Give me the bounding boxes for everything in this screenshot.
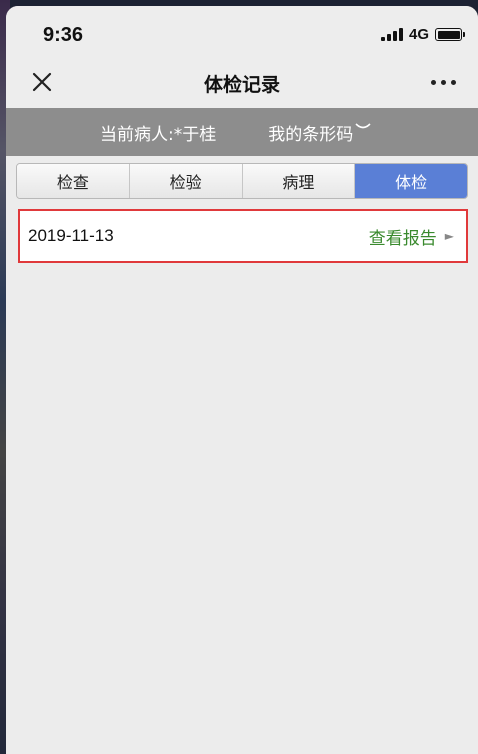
status-time: 9:36 [43, 24, 84, 46]
tab-physical-exam[interactable]: 体检 [355, 164, 467, 198]
view-report-label: 查看报告 [368, 228, 437, 249]
more-dot-icon [431, 80, 436, 85]
tab-pathology[interactable]: 病理 [242, 164, 356, 198]
status-indicators: 4G [380, 26, 465, 43]
view-report-link[interactable]: 查看报告 ► [369, 224, 454, 249]
barcode-dropdown[interactable]: 我的条形码 [268, 120, 371, 145]
barcode-label: 我的条形码 [268, 124, 354, 145]
list-item[interactable]: 2019-11-13 查看报告 ► [18, 209, 468, 263]
tab-lab-test[interactable]: 检验 [129, 164, 243, 198]
record-date: 2019-11-13 [28, 226, 114, 245]
status-bar: 9:36 4G [6, 6, 478, 56]
record-type-tabs: 检查 检验 病理 体检 [16, 163, 468, 199]
nav-bar: 体检记录 [6, 56, 478, 108]
chevron-right-icon: ► [444, 229, 454, 243]
page-title: 体检记录 [203, 74, 280, 96]
network-type: 4G [408, 26, 429, 43]
patient-bar: 当前病人:*于桂 我的条形码 [6, 108, 478, 156]
modal-sheet: 9:36 4G 体检记录 当前病人:*于桂 我的条形码 检查 检验 病理 体检 … [6, 6, 478, 754]
current-patient-label: 当前病人:*于桂 [100, 124, 217, 145]
more-dot-icon [451, 80, 456, 85]
more-options-button[interactable] [431, 80, 456, 85]
tab-examination[interactable]: 检查 [17, 164, 130, 198]
chevron-down-icon [355, 123, 371, 129]
battery-icon [435, 28, 465, 41]
signal-icon [380, 28, 403, 41]
more-dot-icon [441, 80, 446, 85]
